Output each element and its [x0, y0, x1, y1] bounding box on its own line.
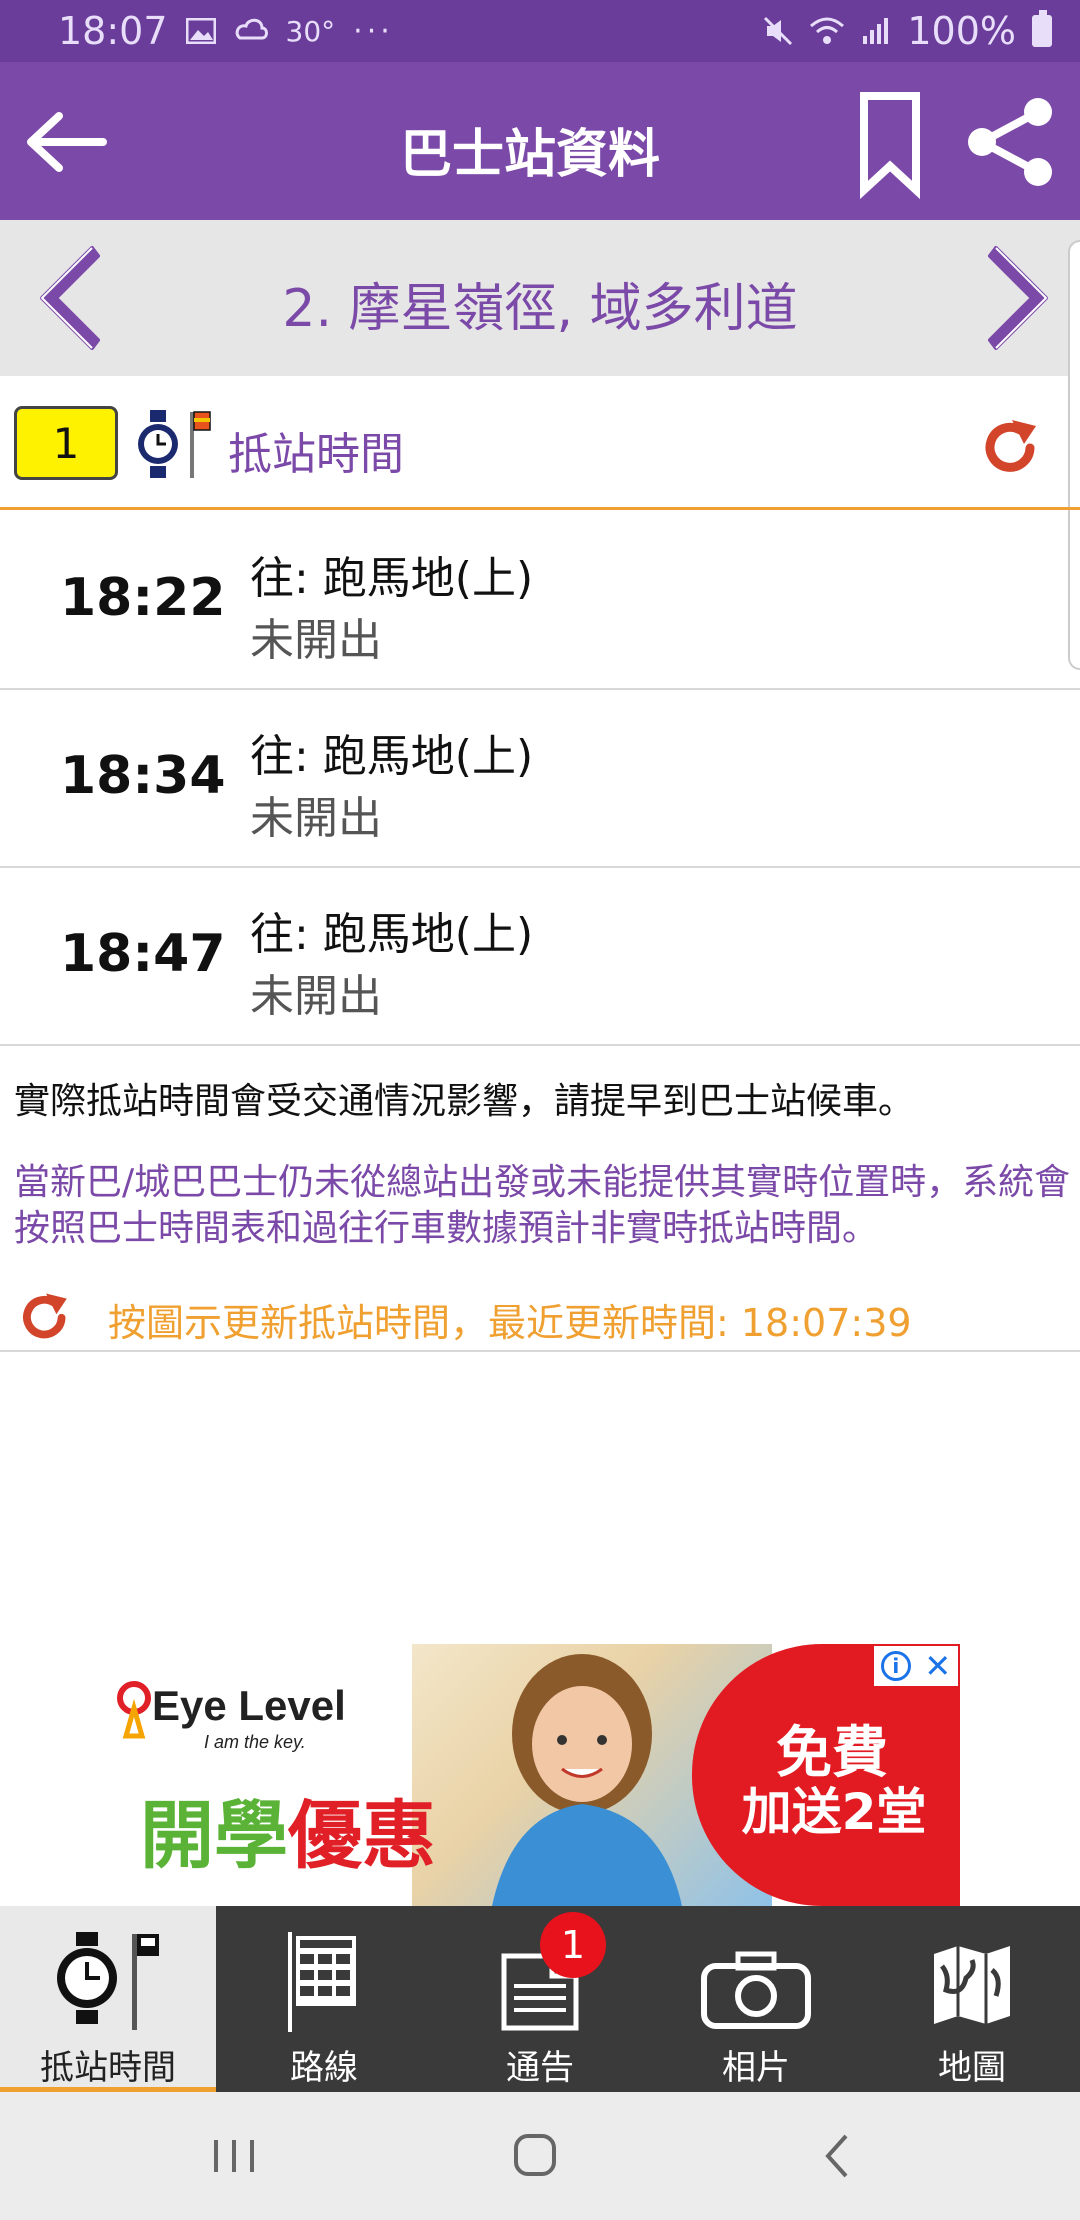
map-icon [934, 1946, 1010, 2024]
nav-label: 抵站時間 [40, 2048, 176, 2088]
system-nav-bar [0, 2092, 1080, 2220]
image-notification-icon [185, 18, 216, 44]
refresh-small-button[interactable] [20, 1290, 72, 1342]
back-chevron-icon [825, 2134, 848, 2178]
nav-label: 路線 [290, 2048, 358, 2088]
nav-map[interactable]: 地圖 [864, 1906, 1080, 2092]
eye-level-logo-icon [117, 1681, 151, 1739]
ad-brand: Eye Level [152, 1682, 346, 1729]
stop-name: 2. 摩星嶺徑, 域多利道 [282, 279, 798, 339]
recent-apps-button[interactable] [190, 2124, 280, 2188]
ad-tagline: I am the key. [204, 1732, 306, 1752]
traffic-note: 實際抵站時間會受交通情況影響，請提早到巴士站候車。 [14, 1081, 915, 1122]
eta-list: 18:22 往: 跑馬地(上) 未開出 18:34 往: 跑馬地(上) 未開出 … [0, 512, 1080, 1046]
chevron-right-icon [988, 246, 1048, 350]
camera-icon [701, 1951, 811, 2029]
bookmark-button[interactable] [858, 90, 922, 200]
status-bar: 18:07 30° ··· 100% [0, 0, 1080, 62]
eta-header-label: 抵站時間 [228, 429, 404, 480]
update-row[interactable]: 按圖示更新抵站時間，最近更新時間: 18:07:39 [0, 1276, 1080, 1352]
refresh-icon [23, 1293, 67, 1339]
eta-status: 未開出 [250, 971, 382, 1022]
schedule-note: 當新巴/城巴巴士仍未從總站出發或未能提供其實時位置時，系統會按照巴士時間表和過往… [14, 1162, 1071, 1249]
nav-label: 通告 [506, 2048, 574, 2088]
eta-destination: 往: 跑馬地(上) [250, 909, 534, 960]
next-stop-button[interactable] [970, 240, 1060, 356]
ad-controls: i ✕ [874, 1646, 958, 1686]
eta-destination: 往: 跑馬地(上) [250, 731, 534, 782]
bottom-nav: 抵站時間 路線 1 通告 相片 地圖 [0, 1906, 1080, 2092]
ad-banner[interactable]: Eye Level I am the key. 開學優惠 免費 加送2堂 i ✕ [112, 1644, 960, 1906]
bookmark-icon [860, 92, 920, 200]
home-icon [514, 2134, 556, 2176]
stop-navigator: 2. 摩星嶺徑, 域多利道 [0, 220, 1080, 376]
system-back-button[interactable] [792, 2124, 882, 2188]
recent-apps-icon [214, 2140, 254, 2172]
battery-icon [1032, 10, 1052, 47]
status-more-icon: ··· [353, 13, 394, 49]
mute-icon [764, 16, 793, 46]
status-time: 18:07 [58, 9, 168, 53]
nav-label: 相片 [722, 2048, 790, 2088]
eta-destination: 往: 跑馬地(上) [250, 553, 534, 604]
share-icon [968, 98, 1052, 186]
weather-icon [235, 18, 268, 40]
share-button[interactable] [960, 92, 1060, 192]
chevron-left-icon [40, 246, 100, 350]
ad-slogan-green: 開學 [140, 1793, 288, 1879]
route-badge[interactable]: 1 [14, 406, 118, 480]
nav-label: 地圖 [938, 2048, 1006, 2088]
previous-stop-button[interactable] [28, 240, 118, 356]
ad-slogan-red: 優惠 [288, 1793, 436, 1879]
eta-time: 18:22 [60, 568, 226, 628]
timetable-icon [288, 1932, 356, 2032]
signal-icon [863, 18, 889, 44]
refresh-icon [985, 420, 1036, 472]
notice-badge: 1 [540, 1912, 606, 1978]
eta-time: 18:47 [60, 924, 226, 984]
ad-slogan: 開學優惠 [140, 1776, 436, 1883]
eta-row[interactable]: 18:22 往: 跑馬地(上) 未開出 [0, 512, 1080, 690]
app-bar: 巴士站資料 [0, 62, 1080, 220]
nav-eta[interactable]: 抵站時間 [0, 1906, 216, 2092]
eta-row[interactable]: 18:34 往: 跑馬地(上) 未開出 [0, 690, 1080, 868]
last-updated-text: 按圖示更新抵站時間，最近更新時間: 18:07:39 [108, 1301, 912, 1345]
nav-photo[interactable]: 相片 [648, 1906, 864, 2092]
eta-time: 18:34 [60, 746, 226, 806]
nav-notice[interactable]: 1 通告 [432, 1906, 648, 2092]
wifi-icon [810, 17, 845, 44]
ad-info-icon[interactable]: i [880, 1651, 911, 1681]
ad-offer-line2: 加送2堂 [741, 1783, 927, 1841]
ad-close-icon[interactable]: ✕ [924, 1647, 951, 1685]
battery-percent: 100% [907, 9, 1016, 53]
eta-header: 1 抵站時間 [0, 376, 1080, 510]
status-right: 100% [763, 9, 1052, 53]
clock-stop-icon [57, 1932, 159, 2030]
eta-row[interactable]: 18:47 往: 跑馬地(上) 未開出 [0, 868, 1080, 1046]
clock-stop-icon [138, 410, 211, 478]
status-left: 18:07 30° ··· [58, 9, 763, 53]
home-button[interactable] [490, 2124, 580, 2188]
refresh-button[interactable] [982, 416, 1042, 476]
status-temperature: 30° [285, 14, 336, 48]
eta-status: 未開出 [250, 793, 382, 844]
eta-status: 未開出 [250, 615, 382, 666]
nav-route[interactable]: 路線 [216, 1906, 432, 2092]
